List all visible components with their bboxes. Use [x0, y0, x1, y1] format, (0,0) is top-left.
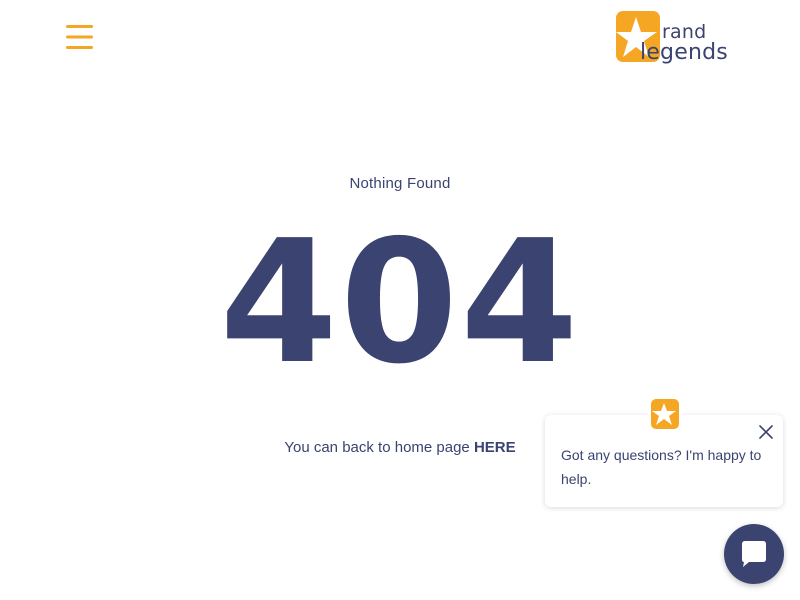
star-icon	[651, 399, 679, 429]
hamburger-icon	[66, 25, 93, 49]
chat-launcher-button[interactable]	[724, 524, 784, 584]
close-icon	[759, 425, 773, 439]
page-subtitle: Nothing Found	[349, 175, 451, 192]
page: rand legends Nothing Found 404 You can b…	[0, 0, 800, 600]
brand-logo[interactable]: rand legends	[616, 11, 748, 67]
home-link[interactable]: HERE	[474, 439, 516, 456]
back-text: You can back to home page	[284, 439, 470, 456]
chat-bubble-icon	[742, 541, 766, 567]
chat-avatar	[648, 396, 682, 430]
chat-message: Got any questions? I'm happy to help.	[561, 447, 762, 487]
menu-button[interactable]	[66, 24, 94, 50]
error-code: 404	[219, 204, 581, 402]
logo-text-legends: legends	[640, 40, 728, 65]
chat-close-button[interactable]	[758, 424, 774, 440]
